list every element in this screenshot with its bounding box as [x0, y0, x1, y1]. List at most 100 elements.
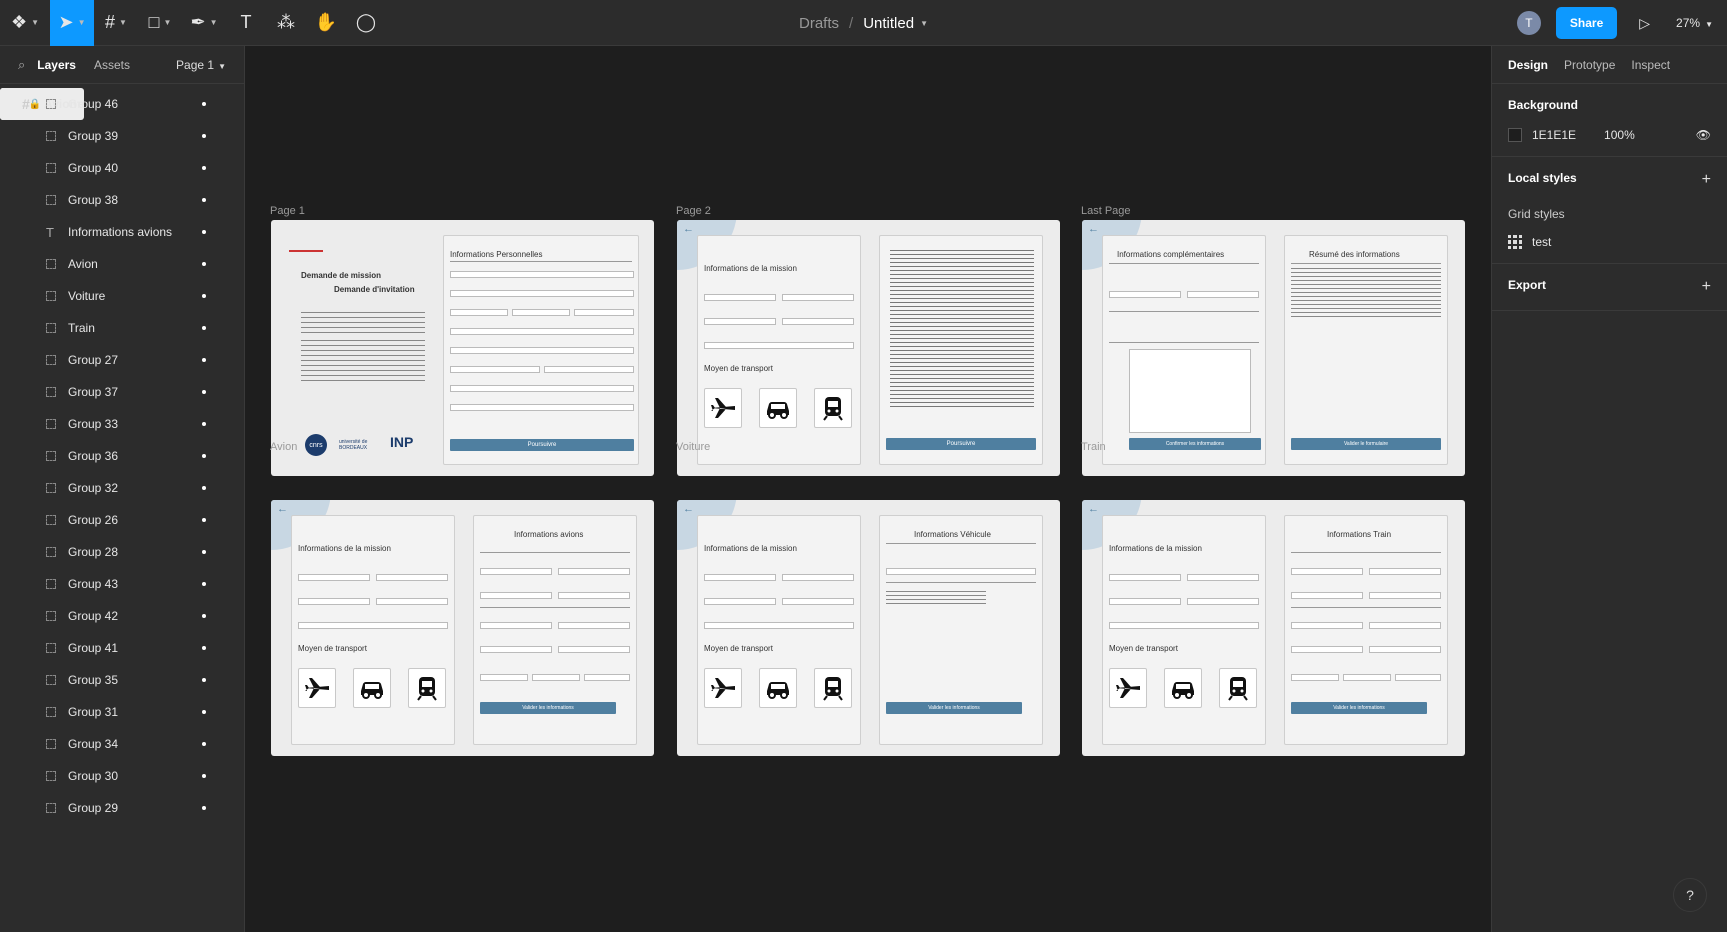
visibility-dot-icon[interactable] [202, 390, 206, 394]
visibility-dot-icon[interactable] [202, 550, 206, 554]
visibility-dot-icon[interactable] [202, 486, 206, 490]
tab-layers[interactable]: Layers [37, 58, 76, 72]
car-option[interactable] [759, 388, 797, 428]
field-conference[interactable] [376, 574, 448, 581]
design-canvas[interactable]: Page 1 Page 2 Last Page Demande de missi… [246, 46, 1491, 932]
visibility-dot-icon[interactable] [202, 774, 206, 778]
plane-option[interactable] [1109, 668, 1147, 708]
eye-icon[interactable]: 👁 [1696, 128, 1711, 142]
field-nom-personne[interactable] [298, 622, 448, 629]
layer-item[interactable]: Group 26 [0, 504, 244, 536]
plane-option[interactable] [298, 668, 336, 708]
field-retour-date-arrivee[interactable] [558, 646, 630, 653]
field-retour-lieu-depart[interactable] [480, 622, 552, 629]
visibility-dot-icon[interactable] [202, 166, 206, 170]
field-numero-carte[interactable] [532, 674, 580, 681]
field-retour-lieu-arrivee[interactable] [1291, 646, 1363, 653]
frame-avion[interactable]: ← Informations de la mission Moyen de tr… [271, 500, 654, 756]
field-date-debut[interactable] [704, 318, 776, 325]
figma-menu-button[interactable]: ❖ ▼ [0, 0, 50, 46]
frame-last-page[interactable]: ← Informations complémentaires Confirmer… [1082, 220, 1465, 476]
layer-item[interactable]: Group 31 [0, 696, 244, 728]
field-date-arrivee[interactable] [558, 592, 630, 599]
visibility-dot-icon[interactable] [202, 582, 206, 586]
hand-tool-button[interactable]: ✋ [306, 0, 346, 46]
field-retour-lieu-depart[interactable] [1291, 622, 1363, 629]
pen-tool-button[interactable]: ✒ ▼ [182, 0, 226, 46]
field-objet[interactable] [1109, 574, 1181, 581]
grid-style-item[interactable]: test [1508, 235, 1711, 249]
layer-item[interactable]: Group 37 [0, 376, 244, 408]
visibility-dot-icon[interactable] [202, 742, 206, 746]
field-type-carte[interactable] [480, 674, 528, 681]
layer-item[interactable]: Group 38 [0, 184, 244, 216]
visibility-dot-icon[interactable] [202, 710, 206, 714]
zoom-dropdown[interactable]: 27% ▼ [1676, 16, 1713, 30]
field-conference[interactable] [782, 574, 854, 581]
components-button[interactable]: ⁂ [266, 0, 306, 46]
train-option[interactable] [814, 668, 852, 708]
field-date-debut[interactable] [298, 598, 370, 605]
share-button[interactable]: Share [1555, 7, 1618, 39]
frame-label-train[interactable]: Train [1081, 441, 1106, 453]
visibility-dot-icon[interactable] [202, 422, 206, 426]
visibility-dot-icon[interactable] [202, 518, 206, 522]
field-type-carte[interactable] [1291, 674, 1339, 681]
field-nom-personne[interactable] [704, 342, 854, 349]
field-lieu-depart[interactable] [1291, 568, 1363, 575]
field-email[interactable] [544, 366, 634, 373]
visibility-dot-icon[interactable] [202, 102, 206, 106]
visibility-dot-icon[interactable] [202, 806, 206, 810]
valider-formulaire-button[interactable]: Valider le formulaire [1291, 438, 1441, 450]
field-date-depart[interactable] [1369, 568, 1441, 575]
field-date-fin[interactable] [1187, 291, 1259, 298]
field-date-validite[interactable] [584, 674, 630, 681]
tab-design[interactable]: Design [1508, 58, 1548, 72]
field-date-fin[interactable] [782, 598, 854, 605]
field-lieu-arrivee[interactable] [1291, 592, 1363, 599]
field-date-validite[interactable] [1395, 674, 1441, 681]
valider-button[interactable]: Valider les informations [1291, 702, 1427, 714]
tab-assets[interactable]: Assets [94, 58, 130, 72]
field-objet[interactable] [704, 294, 776, 301]
layer-item[interactable]: Group 32 [0, 472, 244, 504]
user-avatar[interactable]: T [1516, 11, 1541, 35]
back-arrow-icon[interactable]: ← [1088, 223, 1099, 235]
field-nom-personne[interactable] [704, 622, 854, 629]
layer-item[interactable]: Voiture [0, 280, 244, 312]
field-qualite[interactable] [512, 309, 570, 316]
field-date-fin[interactable] [376, 598, 448, 605]
train-option[interactable] [1219, 668, 1257, 708]
background-color-swatch[interactable] [1508, 128, 1522, 142]
observations-textarea[interactable] [1129, 349, 1251, 433]
frame-label-avion[interactable]: Avion [270, 441, 297, 453]
layer-item[interactable]: Group 43 [0, 568, 244, 600]
visibility-dot-icon[interactable] [202, 326, 206, 330]
confirmer-button[interactable]: Confirmer les informations [1129, 438, 1261, 450]
field-date-fin[interactable] [782, 318, 854, 325]
field-retour-lieu-arrivee[interactable] [480, 646, 552, 653]
chevron-down-icon[interactable]: ▼ [920, 19, 928, 28]
layer-item[interactable]: Group 34 [0, 728, 244, 760]
field-lieu-arrivee[interactable] [480, 592, 552, 599]
visibility-dot-icon[interactable] [202, 614, 206, 618]
visibility-dot-icon[interactable] [202, 262, 206, 266]
field-immatriculation[interactable] [886, 568, 1036, 575]
poursuivre-button[interactable]: Poursuivre [450, 439, 634, 451]
comment-tool-button[interactable]: ◯ [346, 0, 386, 46]
layer-item[interactable]: Group 29 [0, 792, 244, 824]
field-date-debut[interactable] [1109, 291, 1181, 298]
field-retour-date-arrivee[interactable] [1369, 646, 1441, 653]
layer-item[interactable]: Group 35 [0, 664, 244, 696]
layer-item[interactable]: Group 42 [0, 600, 244, 632]
frame-page2[interactable]: ← Informations de la mission Moyen de tr… [677, 220, 1060, 476]
tab-prototype[interactable]: Prototype [1564, 58, 1615, 72]
field-retour-date-depart[interactable] [558, 622, 630, 629]
help-icon[interactable]: ? [1673, 878, 1707, 912]
layer-item[interactable]: Group 40 [0, 152, 244, 184]
field-etablissement[interactable] [450, 385, 634, 392]
train-option[interactable] [814, 388, 852, 428]
poursuivre-button[interactable]: Poursuivre [886, 438, 1036, 450]
background-hex[interactable]: 1E1E1E [1532, 128, 1576, 142]
field-date-fin[interactable] [1187, 598, 1259, 605]
